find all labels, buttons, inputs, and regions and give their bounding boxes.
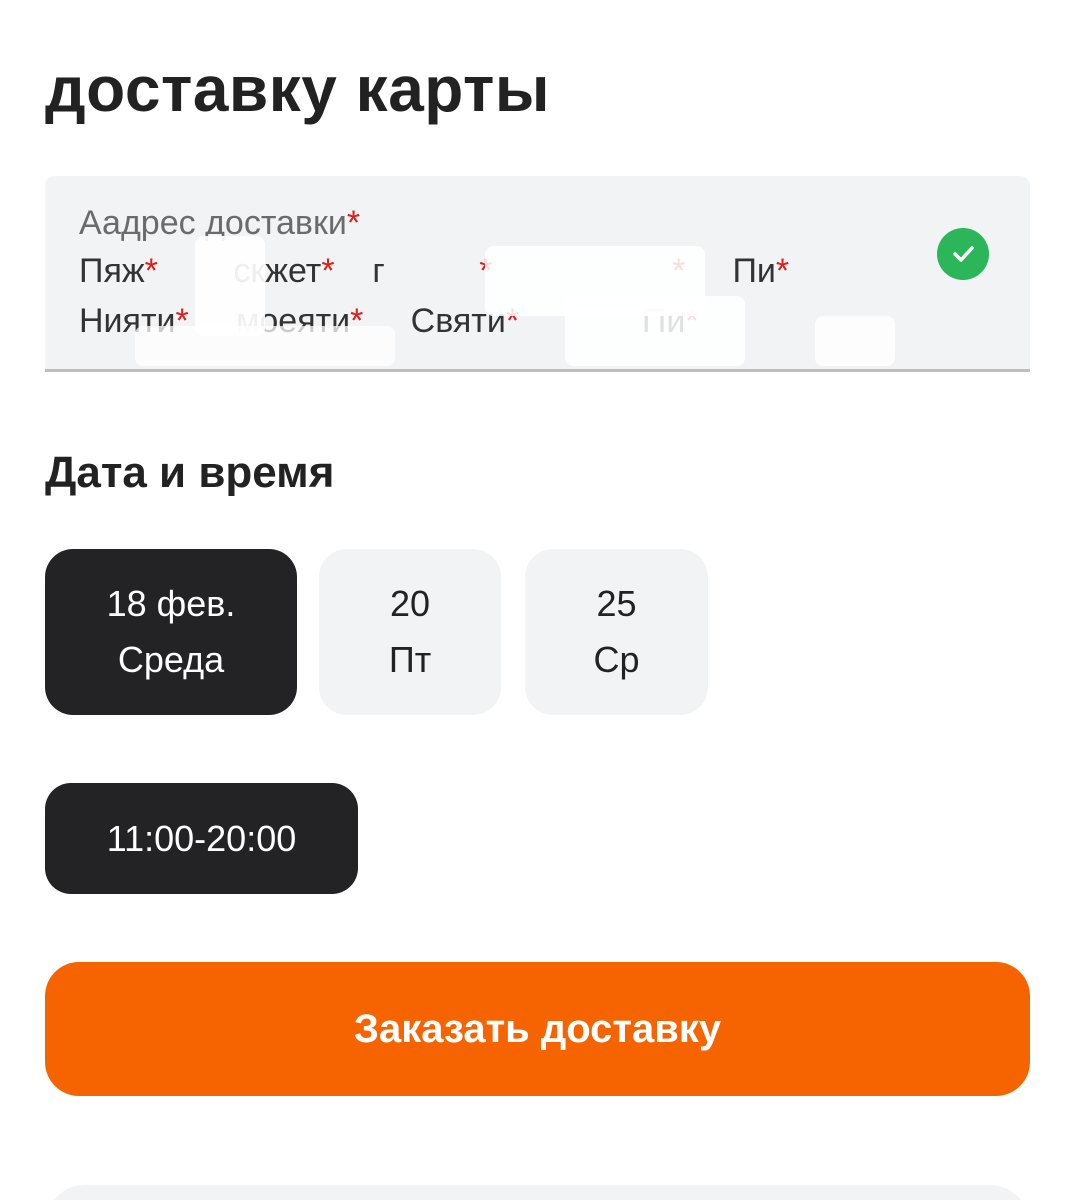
- date-chip-weekday: Пт: [388, 639, 432, 680]
- date-chip[interactable]: 20 Пт: [319, 549, 501, 715]
- date-chip-weekday: Ср: [593, 639, 640, 680]
- address-field[interactable]: Аадрес доставки* Пяж* скжет* г * * Пи* Н…: [45, 176, 1030, 372]
- time-slot-chip[interactable]: 11:00-20:00: [45, 783, 358, 894]
- delivery-page: доставку карты Аадрес доставки* Пяж* скж…: [0, 0, 1075, 1200]
- redaction-patch: [815, 316, 895, 366]
- check-circle-icon: [937, 228, 989, 280]
- redaction-patch: [565, 296, 745, 366]
- page-title: доставку карты: [45, 53, 551, 125]
- date-chip-day: 18 фев.: [106, 583, 236, 624]
- date-chip-selected[interactable]: 18 фев. Среда: [45, 549, 297, 715]
- date-time-heading: Дата и время: [45, 448, 335, 497]
- order-delivery-button[interactable]: Заказать доставку: [45, 962, 1030, 1096]
- date-chip-day: 20: [389, 583, 431, 624]
- redaction-patch: [135, 326, 395, 366]
- next-section-card: [45, 1185, 1030, 1200]
- date-chip[interactable]: 25 Ср: [525, 549, 708, 715]
- date-chip-day: 25: [596, 583, 637, 624]
- date-chip-weekday: Среда: [117, 639, 225, 680]
- redaction-patch: [195, 236, 265, 336]
